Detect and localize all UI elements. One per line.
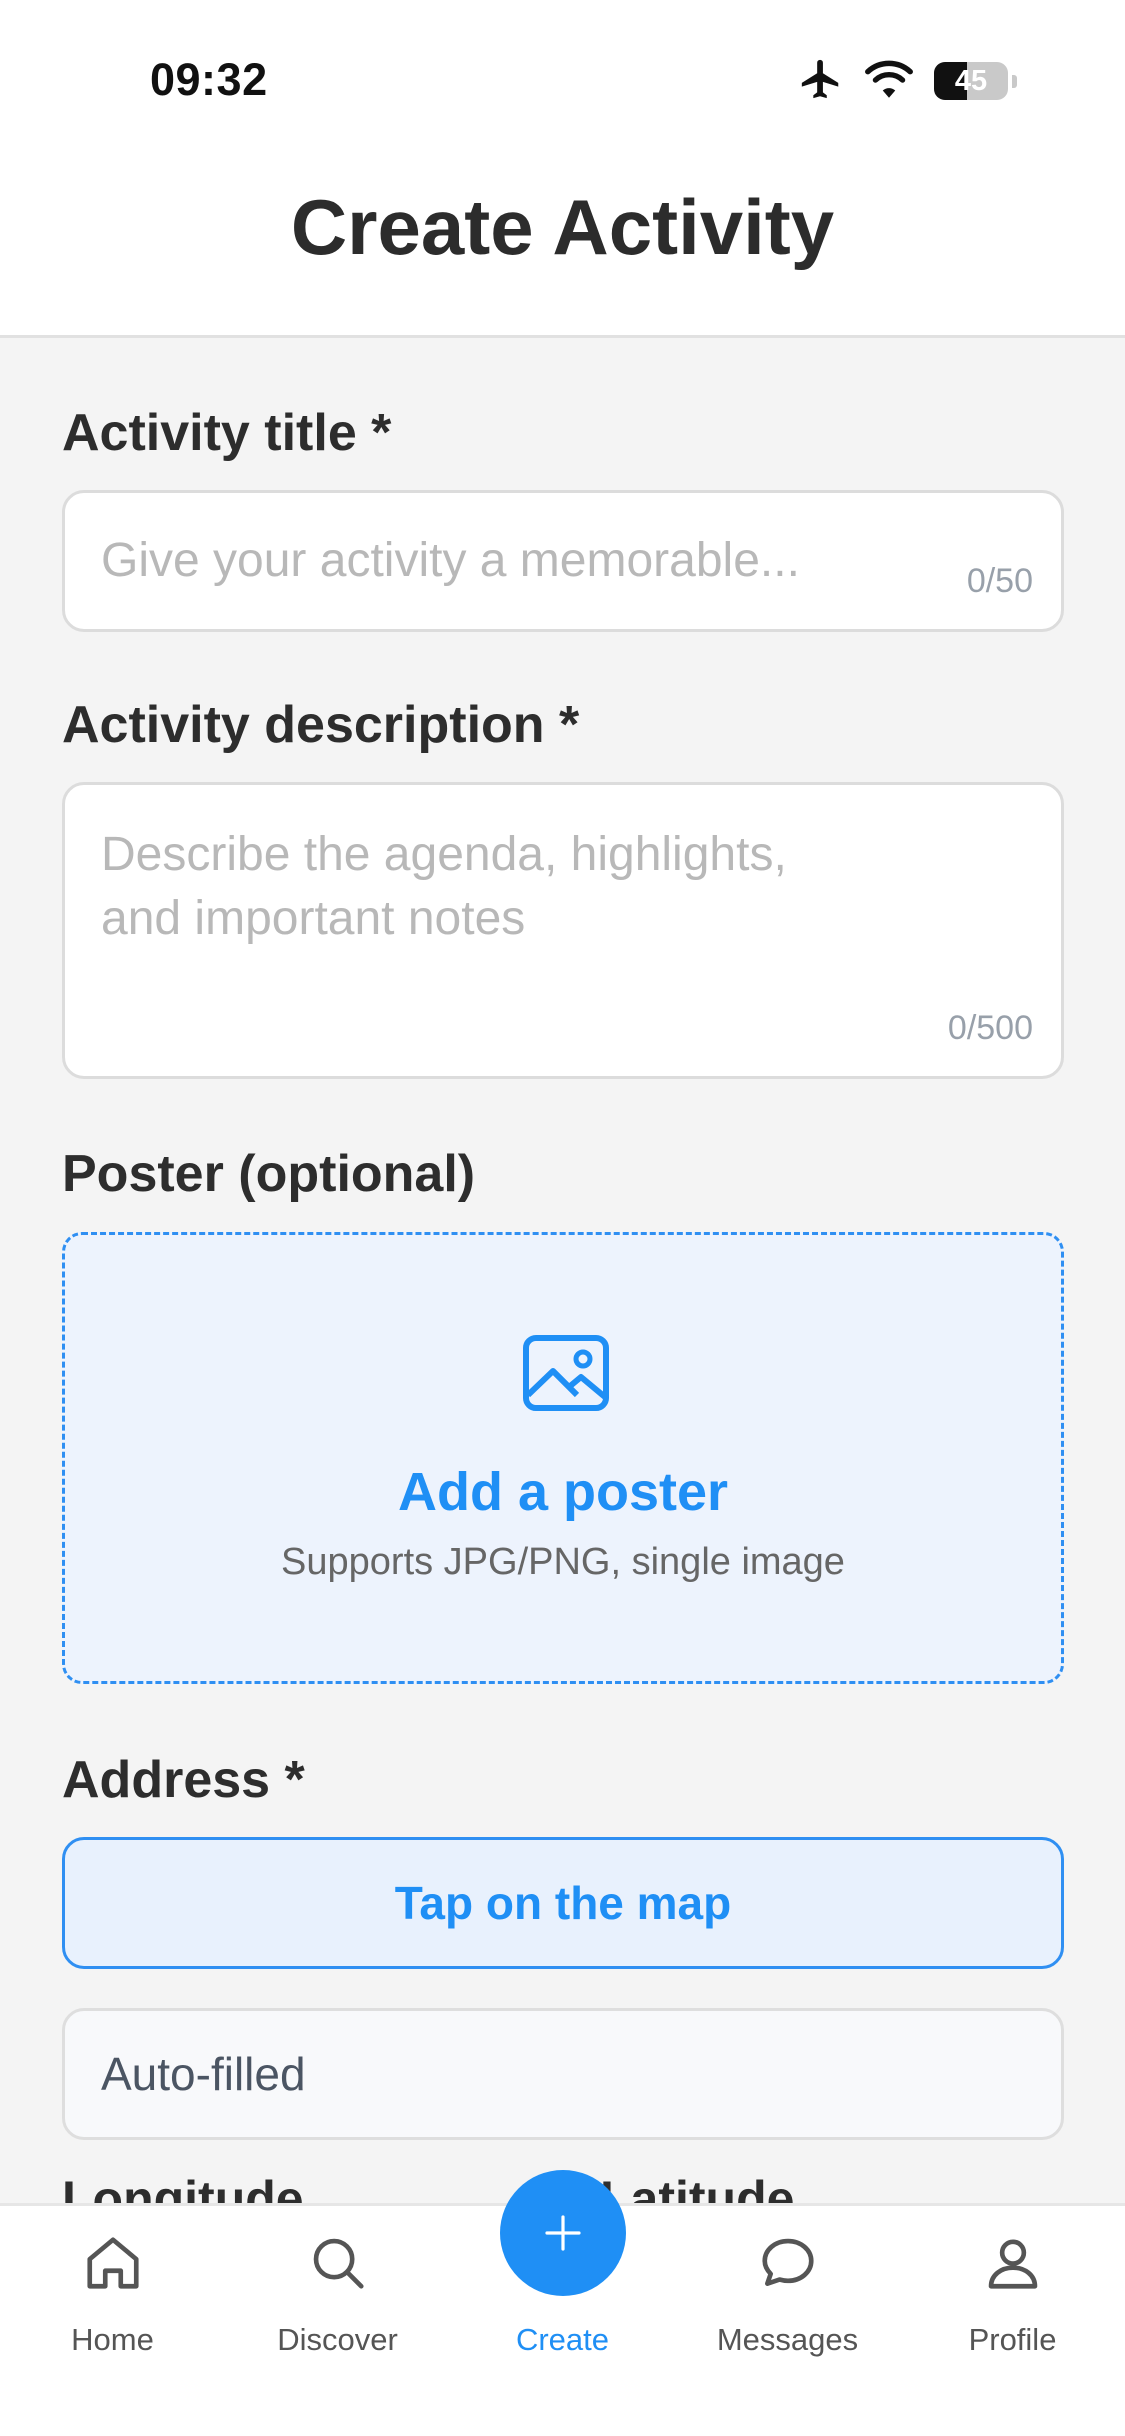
tab-messages-label: Messages <box>716 2322 859 2357</box>
poster-upload-dropzone[interactable]: Add a poster Supports JPG/PNG, single im… <box>62 1232 1064 1684</box>
status-icons: 45 <box>798 56 1017 106</box>
battery-icon: 45 <box>934 62 1008 100</box>
tab-home[interactable]: Home <box>0 2206 225 2436</box>
tab-home-label: Home <box>71 2322 154 2357</box>
search-icon <box>313 2238 364 2289</box>
activity-description-placeholder-line2: and important notes <box>101 892 526 945</box>
header: 09:32 45 Create Activity <box>0 0 1125 338</box>
activity-title-label: Activity title * <box>62 404 392 462</box>
tap-on-map-button[interactable]: Tap on the map <box>62 1837 1064 1969</box>
chat-bubble-icon <box>762 2238 814 2286</box>
tab-discover[interactable]: Discover <box>225 2206 450 2436</box>
battery-tip <box>1012 74 1017 88</box>
home-icon <box>87 2237 139 2289</box>
activity-title-input[interactable]: Give your activity a memorable... 0/50 <box>62 490 1064 632</box>
status-time: 09:32 <box>150 54 268 105</box>
image-icon <box>523 1335 609 1411</box>
wifi-icon <box>864 59 914 104</box>
activity-description-label: Activity description * <box>62 696 580 754</box>
plus-icon <box>545 2215 581 2251</box>
add-poster-label: Add a poster <box>397 1462 729 1522</box>
activity-description-placeholder-line1: Describe the agenda, highlights, <box>101 828 787 881</box>
user-icon <box>988 2239 1038 2289</box>
tab-profile-label: Profile <box>968 2322 1057 2357</box>
address-auto-field: Auto-filled <box>62 2008 1064 2140</box>
activity-description-textarea[interactable]: Describe the agenda, highlights, and imp… <box>62 782 1064 1079</box>
activity-description-counter: 0/500 <box>947 1009 1033 1047</box>
airplane-icon <box>798 56 844 107</box>
page-title: Create Activity <box>290 183 835 271</box>
battery-level: 45 <box>954 64 988 97</box>
activity-title-counter: 0/50 <box>966 562 1033 600</box>
tab-discover-label: Discover <box>277 2322 398 2357</box>
poster-hint: Supports JPG/PNG, single image <box>281 1541 845 1583</box>
address-label: Address * <box>62 1751 305 1809</box>
tab-profile[interactable]: Profile <box>900 2206 1125 2436</box>
create-activity-screen: 09:32 45 Create Activity Activity title … <box>0 0 1125 2436</box>
tab-create-label: Create <box>515 2322 610 2357</box>
activity-title-placeholder: Give your activity a memorable... <box>101 534 800 587</box>
tab-messages[interactable]: Messages <box>675 2206 900 2436</box>
poster-label: Poster (optional) <box>62 1145 476 1203</box>
create-fab-button[interactable] <box>500 2170 626 2296</box>
